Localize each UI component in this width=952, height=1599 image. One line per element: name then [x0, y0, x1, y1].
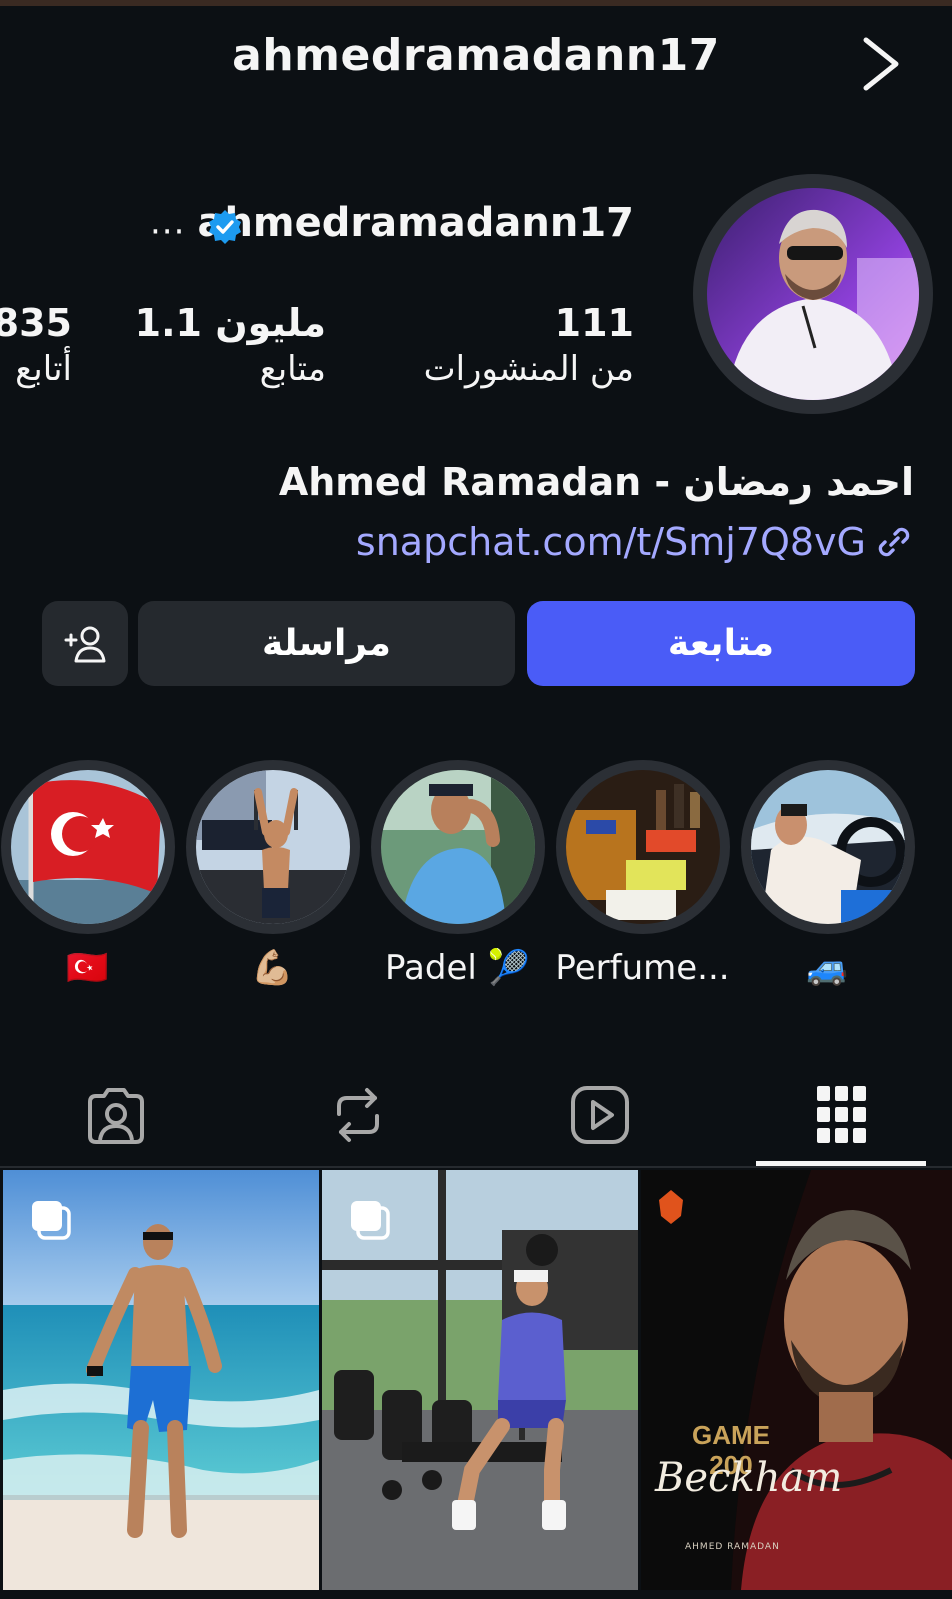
stat-followers[interactable]: 1.1 مليون متابع	[135, 300, 326, 392]
avatar[interactable]	[693, 174, 933, 414]
message-button[interactable]: مراسلة	[138, 601, 515, 686]
stat-following-label: أتابع	[15, 349, 72, 389]
grid-icon	[817, 1086, 866, 1143]
post-signature: Beckham	[655, 1455, 843, 1501]
profile-full-name: Ahmed Ramadan - احمد رمضان	[278, 460, 914, 504]
reels-play-icon	[571, 1086, 629, 1144]
tagged-person-icon	[88, 1088, 144, 1144]
profile-tabs	[0, 1062, 952, 1168]
stat-posts[interactable]: 111 من المنشورات	[424, 300, 634, 392]
link-icon	[878, 527, 910, 557]
highlight-car[interactable]: 🚙	[740, 760, 915, 988]
stat-posts-value: 111	[554, 301, 634, 345]
highlight-perfume-thumb	[565, 770, 720, 924]
stat-posts-label: من المنشورات	[423, 349, 634, 389]
bio-link[interactable]: snapchat.com/t/Smj7Q8vG	[356, 520, 914, 564]
verified-badge-icon	[209, 210, 241, 244]
highlight-perfume-label: Perfume...	[555, 948, 730, 988]
more-options-icon[interactable]: ···	[150, 212, 185, 252]
highlight-gym[interactable]: 💪🏼	[185, 760, 360, 988]
bio-link-text: snapchat.com/t/Smj7Q8vG	[355, 520, 866, 564]
stat-following-value: 835	[0, 301, 72, 345]
tab-reposts[interactable]	[298, 1062, 418, 1168]
grid-post-gym[interactable]	[322, 1170, 638, 1590]
highlight-car-label: 🚙	[806, 948, 849, 988]
suggest-users-button[interactable]	[42, 601, 128, 686]
multiple-photos-icon	[351, 1201, 390, 1240]
profile-username: ahmedramadann17	[197, 200, 634, 246]
header-title: ahmedramadann17	[232, 30, 720, 81]
grid-post-beach[interactable]	[3, 1170, 319, 1590]
tab-tagged[interactable]	[56, 1062, 176, 1168]
post-game200-image	[641, 1170, 952, 1590]
multiple-photos-icon	[32, 1201, 71, 1240]
stat-followers-label: متابع	[259, 349, 326, 389]
avatar-photo	[707, 188, 919, 400]
repost-icon	[337, 1088, 379, 1142]
highlight-padel-label: Padel 🎾	[385, 948, 530, 988]
add-person-icon	[64, 626, 106, 662]
highlight-turkey-label: 🇹🇷	[66, 948, 109, 988]
follow-button[interactable]: متابعة	[527, 601, 915, 686]
highlight-turkey[interactable]: 🇹🇷	[0, 760, 175, 988]
tab-divider	[0, 1166, 952, 1168]
profile-screen: ahmedramadann17 ahmedramadann17 ··· 111 …	[0, 0, 952, 1599]
tab-posts-grid[interactable]	[782, 1062, 902, 1168]
grid-post-game200[interactable]: GAME 200 Beckham AHMED RAMADAN	[641, 1170, 952, 1590]
post-credit: AHMED RAMADAN	[685, 1542, 780, 1552]
chevron-right-icon[interactable]	[858, 32, 908, 96]
stat-following[interactable]: 835 أتابع	[0, 300, 72, 392]
posts-grid: GAME 200 Beckham AHMED RAMADAN	[0, 1170, 952, 1599]
highlight-turkey-thumb	[10, 770, 165, 924]
highlight-perfume[interactable]: Perfume...	[555, 760, 730, 988]
highlight-gym-thumb	[195, 770, 350, 924]
highlight-padel-thumb	[380, 770, 535, 924]
highlight-car-thumb	[750, 770, 905, 924]
highlight-padel[interactable]: Padel 🎾	[370, 760, 545, 988]
stat-followers-value: 1.1 مليون	[134, 301, 326, 345]
tab-reels[interactable]	[540, 1062, 660, 1168]
status-strip	[0, 0, 952, 6]
highlight-gym-label: 💪🏼	[251, 948, 294, 988]
